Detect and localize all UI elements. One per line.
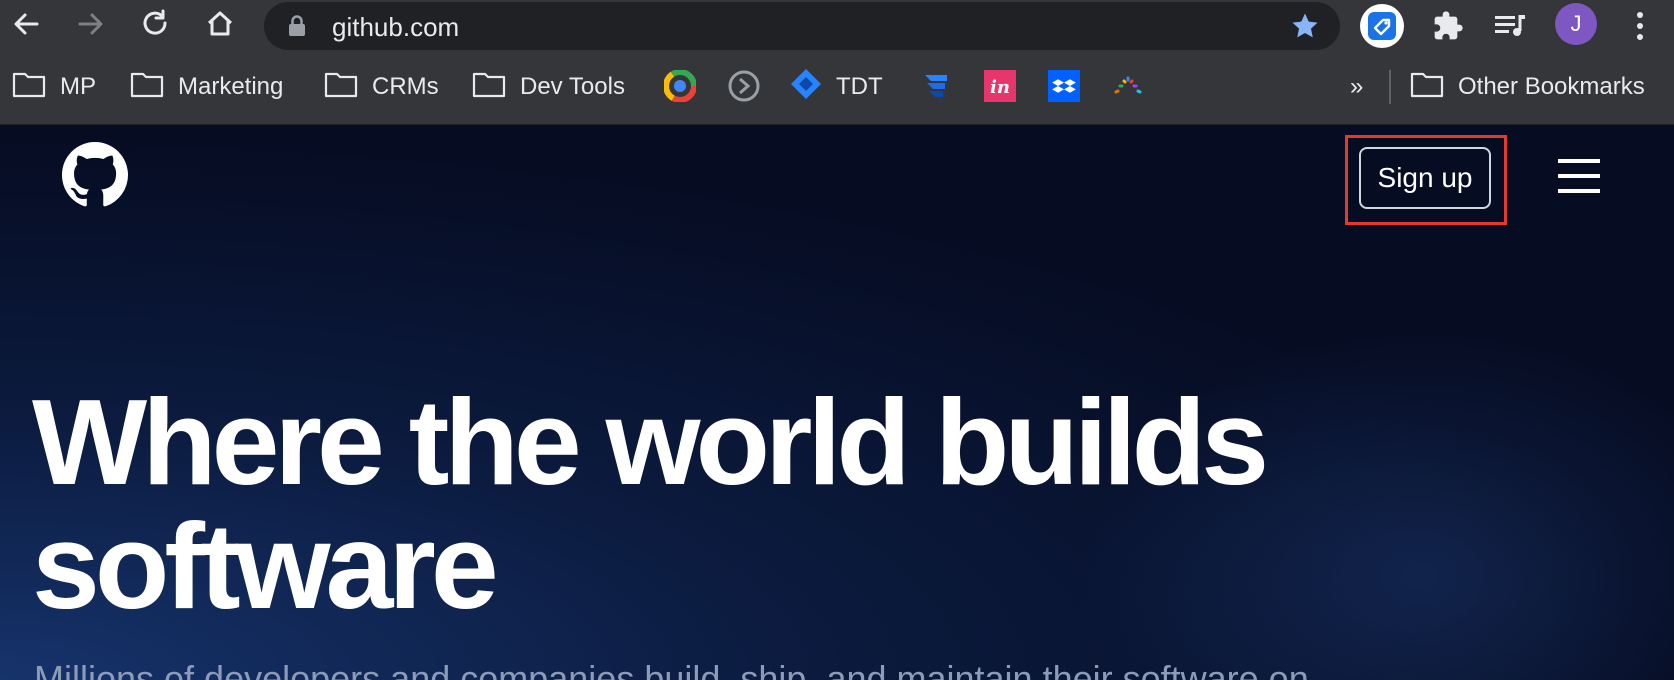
home-icon[interactable] [202, 6, 238, 42]
hamburger-menu-icon[interactable] [1556, 155, 1604, 197]
folder-icon [1410, 70, 1444, 105]
address-bar-url[interactable]: github.com [332, 12, 459, 43]
arrow-circle-icon[interactable] [726, 68, 762, 104]
profile-avatar[interactable]: J [1555, 3, 1597, 45]
puzzle-extensions-icon[interactable] [1426, 4, 1470, 48]
bookmark-label: CRMs [372, 73, 439, 100]
invision-icon[interactable]: in [982, 68, 1018, 104]
bookmark-label: MP [60, 73, 96, 100]
folder-icon [472, 70, 506, 105]
github-logo-icon[interactable] [62, 142, 128, 208]
bookmark-folder-marketing[interactable]: Marketing [130, 67, 283, 107]
svg-text:in: in [990, 77, 1010, 98]
bookmark-label: Dev Tools [520, 73, 625, 100]
bookmark-folder-other[interactable]: Other Bookmarks [1410, 67, 1645, 107]
folder-icon [324, 70, 358, 105]
browser-toolbar: github.com J [0, 0, 1674, 50]
bookmarks-overflow-button[interactable]: » [1350, 67, 1363, 107]
hero-title: Where the world builds software [32, 374, 1269, 634]
signup-highlight-box [1345, 135, 1507, 225]
bookmark-label: Other Bookmarks [1458, 73, 1645, 100]
bookmark-folder-crms[interactable]: CRMs [324, 67, 439, 107]
lock-icon[interactable] [288, 15, 306, 42]
tag-extension-icon[interactable] [1360, 4, 1404, 48]
reload-icon[interactable] [138, 6, 174, 42]
folder-icon [130, 70, 164, 105]
media-queue-icon[interactable] [1488, 4, 1532, 48]
tdt-diamond-icon [790, 68, 822, 107]
back-arrow-icon[interactable] [8, 6, 44, 42]
dropbox-icon[interactable] [1046, 68, 1082, 104]
bookmark-folder-mp[interactable]: MP [12, 67, 96, 107]
folder-icon [12, 70, 46, 105]
bookmark-folder-dev-tools[interactable]: Dev Tools [472, 67, 625, 107]
overflow-chevron-label: » [1350, 73, 1364, 100]
dots-spinner-icon[interactable] [1110, 68, 1146, 104]
bookmarks-separator [1389, 70, 1391, 104]
bookmark-label: Marketing [178, 73, 284, 100]
bookmark-star-icon[interactable] [1290, 11, 1320, 46]
bookmark-tdt[interactable]: TDT [790, 67, 883, 107]
hero-subtitle: Millions of developers and companies bui… [34, 658, 1309, 680]
jira-icon[interactable] [918, 68, 954, 104]
bookmark-label: TDT [836, 73, 883, 100]
kebab-menu-icon[interactable] [1618, 4, 1662, 48]
forward-arrow-icon[interactable] [73, 6, 109, 42]
chrome-circle-icon[interactable] [662, 68, 698, 104]
address-bar[interactable]: github.com [264, 2, 1340, 50]
github-landing-page: Sign up Where the world builds software … [0, 125, 1674, 680]
